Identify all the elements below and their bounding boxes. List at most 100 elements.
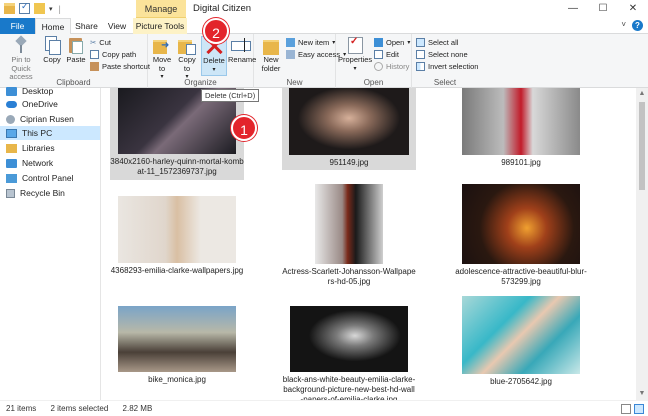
open-button[interactable]: Open ▾ (374, 38, 410, 47)
help-icon[interactable]: ? (632, 20, 643, 31)
new-item-label: New item (298, 38, 330, 47)
paste-icon (68, 36, 84, 54)
view-toggle (621, 404, 644, 414)
paste-button[interactable]: Paste (64, 36, 88, 65)
navigation-pane: Desktop OneDrive Ciprian Rusen This PC L… (0, 86, 101, 400)
new-folder-button[interactable]: New folder (258, 36, 284, 73)
tab-file[interactable]: File (0, 18, 35, 34)
file-item[interactable]: black-ans-white-beauty-emilia-clarke-bac… (282, 304, 416, 400)
cut-button[interactable]: ✂ Cut (90, 38, 111, 47)
tab-home[interactable]: Home (35, 18, 71, 35)
file-thumbnail (462, 184, 580, 264)
chevron-down-icon: ▾ (212, 66, 216, 73)
new-group: New folder New item ▾ Easy access ▾ New (254, 34, 346, 88)
select-all-label: Select all (428, 38, 459, 47)
copy-path-button[interactable]: Copy path (90, 50, 136, 59)
file-name: black-ans-white-beauty-emilia-clarke-bac… (282, 375, 416, 400)
invert-selection-button[interactable]: Invert selection (416, 62, 478, 71)
nav-item-onedrive[interactable]: OneDrive (0, 97, 100, 111)
organize-group-label: Organize (184, 78, 217, 87)
maximize-button[interactable]: ☐ (588, 0, 618, 18)
pin-to-quick-access-button[interactable]: Pin to Quick access (2, 36, 40, 82)
scroll-up-icon[interactable]: ▲ (636, 88, 648, 100)
chevron-down-icon[interactable]: ▾ (49, 5, 53, 13)
edit-icon (374, 50, 383, 59)
rename-icon (231, 36, 251, 54)
open-label: Open (386, 38, 405, 47)
file-name: 951149.jpg (329, 158, 369, 167)
desktop-icon (6, 86, 17, 96)
move-to-button[interactable]: Move to ▾ (150, 36, 174, 82)
new-folder-icon[interactable] (34, 3, 45, 14)
pc-icon (6, 128, 17, 138)
nav-item-desktop[interactable]: Desktop (0, 84, 100, 98)
copy-to-icon (178, 36, 196, 55)
history-button[interactable]: History (374, 62, 409, 71)
scroll-down-icon[interactable]: ▼ (636, 388, 648, 400)
file-thumbnail (118, 196, 236, 263)
tab-share[interactable]: Share (71, 18, 102, 34)
file-item[interactable]: 951149.jpg (282, 88, 416, 170)
nav-item-label: OneDrive (22, 99, 58, 109)
file-thumbnail (290, 306, 408, 372)
properties-check-icon[interactable] (19, 1, 30, 14)
folder-icon[interactable] (4, 3, 15, 14)
paste-shortcut-button[interactable]: Paste shortcut (90, 62, 150, 71)
file-name: 4368293-emilia-clarke-wallpapers.jpg (110, 266, 244, 275)
tab-picture-tools[interactable]: Picture Tools (133, 18, 187, 34)
edit-button[interactable]: Edit (374, 50, 399, 59)
large-icons-view-button[interactable] (634, 404, 644, 414)
new-group-label: New (286, 78, 303, 87)
edit-label: Edit (386, 50, 399, 59)
control-panel-icon (6, 173, 17, 183)
tab-view[interactable]: View (102, 18, 132, 34)
select-none-button[interactable]: Select none (416, 50, 468, 59)
minimize-button[interactable]: — (558, 0, 588, 18)
open-group: Properties ▾ Open ▾ Edit History Open (336, 34, 412, 88)
file-item[interactable]: Actress-Scarlett-Johansson-Wallpapers-hd… (282, 184, 416, 294)
rename-label: Rename (228, 55, 257, 64)
file-item[interactable]: blue-2705642.jpg (454, 296, 588, 400)
file-item[interactable]: 4368293-emilia-clarke-wallpapers.jpg (110, 184, 244, 282)
file-name: blue-2705642.jpg (490, 377, 552, 386)
scissors-icon: ✂ (90, 38, 97, 47)
cut-label: Cut (99, 38, 111, 47)
nav-item-recycle-bin[interactable]: Recycle Bin (0, 186, 100, 200)
chevron-down-icon: ▾ (332, 40, 336, 46)
nav-item-this-pc[interactable]: This PC (0, 126, 100, 140)
close-button[interactable]: ✕ (618, 0, 648, 18)
copy-button[interactable]: Copy (40, 36, 64, 65)
window-title: Digital Citizen (193, 3, 252, 14)
properties-button[interactable]: Properties ▾ (338, 36, 372, 73)
libraries-icon (6, 143, 17, 153)
chevron-down-icon: ▾ (353, 65, 357, 72)
nav-item-ciprian-rusen[interactable]: Ciprian Rusen (0, 112, 100, 126)
rename-button[interactable]: Rename (228, 36, 257, 65)
copy-label: Copy (43, 55, 61, 64)
recycle-bin-icon (6, 188, 15, 198)
nav-item-libraries[interactable]: Libraries (0, 141, 100, 155)
nav-item-network[interactable]: Network (0, 156, 100, 170)
details-view-button[interactable] (621, 404, 631, 414)
file-item[interactable]: bike_monica.jpg (110, 304, 244, 400)
file-thumbnail (462, 296, 580, 374)
onedrive-icon (6, 100, 17, 108)
nav-item-control-panel[interactable]: Control Panel (0, 171, 100, 185)
network-icon (6, 158, 17, 168)
scrollbar-thumb[interactable] (639, 102, 645, 190)
copy-to-button[interactable]: Copy to ▾ (175, 36, 199, 82)
open-icon (374, 38, 383, 47)
delete-tooltip: Delete (Ctrl+D) (201, 89, 260, 102)
paste-shortcut-icon (90, 62, 99, 71)
file-item[interactable]: 989101.jpg (454, 88, 588, 170)
select-group: Select all Select none Invert selection … (412, 34, 478, 88)
file-item[interactable]: adolescence-attractive-beautiful-blur-57… (454, 184, 588, 294)
select-all-button[interactable]: Select all (416, 38, 458, 47)
callout-marker-2: 2 (203, 18, 229, 44)
select-group-label: Select (433, 78, 457, 87)
manage-tab[interactable]: Manage (136, 0, 186, 18)
new-item-button[interactable]: New item ▾ (286, 38, 335, 47)
vertical-scrollbar[interactable]: ▲ ▼ (636, 88, 648, 400)
ribbon-right-controls: ˅ ? (621, 20, 643, 31)
collapse-ribbon-button[interactable]: ˅ (621, 20, 626, 31)
